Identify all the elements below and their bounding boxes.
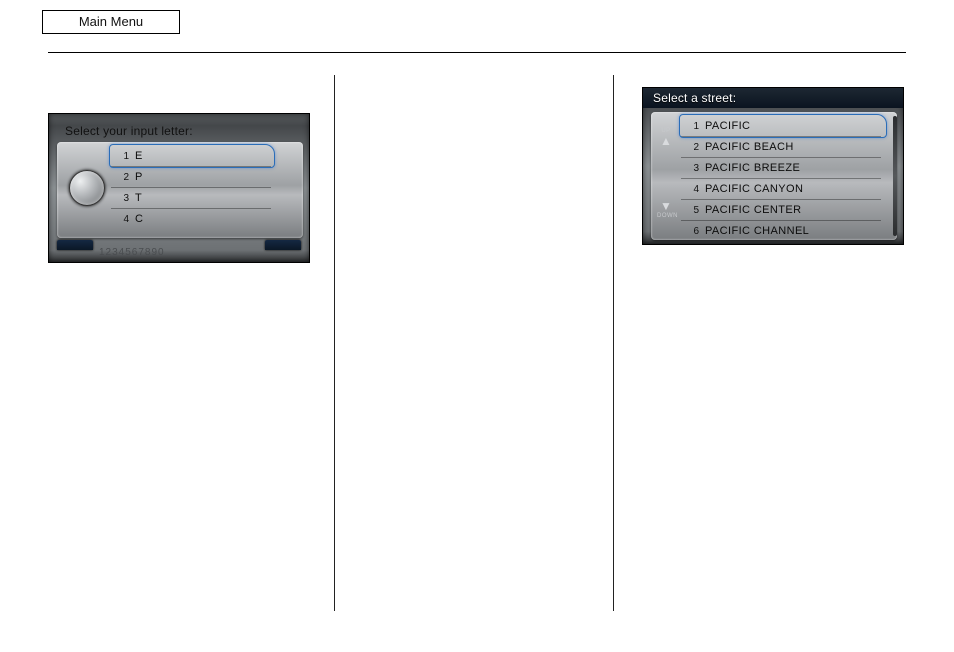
list-item-val: C <box>135 213 143 225</box>
list-item-val: PACIFIC CHANNEL <box>705 225 809 237</box>
column-middle <box>334 75 614 611</box>
list-item[interactable]: 1 E <box>111 146 271 167</box>
list-item-num: 1 <box>681 121 699 132</box>
list-item[interactable]: 2 P <box>111 167 271 188</box>
list-item-num: 2 <box>681 142 699 153</box>
list-item-num: 5 <box>681 205 699 216</box>
list-item[interactable]: 3 PACIFIC BREEZE <box>681 158 881 179</box>
list-item[interactable]: 1 PACIFIC <box>681 116 881 137</box>
screenshot-select-street-title: Select a street: <box>653 91 736 105</box>
list-item-num: 6 <box>681 226 699 237</box>
screenshot-input-letter-title: Select your input letter: <box>65 124 193 138</box>
list-item-num: 3 <box>111 193 129 204</box>
list-item-val: P <box>135 171 143 183</box>
columns: Select your input letter: 1 E 2 P 3 T <box>48 75 906 611</box>
list-item[interactable]: 6 PACIFIC CHANNEL <box>681 221 881 241</box>
column-right: Select a street: UP ▲ ▼ DOWN 1 PACIFIC <box>614 75 906 611</box>
list-item[interactable]: 5 PACIFIC CENTER <box>681 200 881 221</box>
list-item-val: PACIFIC CANYON <box>705 183 803 195</box>
list-item-num: 4 <box>111 214 129 225</box>
dark-tab-right <box>265 240 301 250</box>
list-item-num: 4 <box>681 184 699 195</box>
scrollbar-track[interactable] <box>893 116 897 236</box>
chevron-down-icon: ▼ <box>657 200 675 213</box>
scroll-down-icon[interactable]: ▼ DOWN <box>657 200 675 220</box>
list-item-val: T <box>135 192 142 204</box>
list-item[interactable]: 4 C <box>111 209 271 229</box>
divider-top <box>48 52 906 53</box>
list-item-val: PACIFIC CENTER <box>705 204 801 216</box>
list-item-num: 3 <box>681 163 699 174</box>
list-item[interactable]: 2 PACIFIC BEACH <box>681 137 881 158</box>
page: Main Menu Select your input letter: 1 E … <box>0 0 954 652</box>
knob-icon[interactable] <box>69 170 105 206</box>
list-item-num: 2 <box>111 172 129 183</box>
screenshot-select-street: Select a street: UP ▲ ▼ DOWN 1 PACIFIC <box>642 87 904 245</box>
list-item-val: E <box>135 150 143 162</box>
column-left: Select your input letter: 1 E 2 P 3 T <box>48 75 334 611</box>
list-item-num: 1 <box>111 151 129 162</box>
main-menu-label: Main Menu <box>79 14 143 29</box>
screenshot-input-letter: Select your input letter: 1 E 2 P 3 T <box>48 113 310 263</box>
list-item[interactable]: 3 T <box>111 188 271 209</box>
list-item-val: PACIFIC BREEZE <box>705 162 800 174</box>
input-letter-list: 1 E 2 P 3 T 4 C <box>111 146 271 229</box>
chevron-up-icon: ▲ <box>657 135 675 148</box>
list-item-val: PACIFIC <box>705 120 750 132</box>
street-list: 1 PACIFIC 2 PACIFIC BEACH 3 PACIFIC BREE… <box>681 116 881 241</box>
keyboard-hint: 1234567890 <box>99 247 165 258</box>
list-item[interactable]: 4 PACIFIC CANYON <box>681 179 881 200</box>
scroll-down-label: DOWN <box>657 213 675 220</box>
list-item-val: PACIFIC BEACH <box>705 141 794 153</box>
main-menu-box: Main Menu <box>42 10 180 34</box>
dark-tab-left <box>57 240 93 250</box>
scroll-up-icon[interactable]: UP ▲ <box>657 128 675 148</box>
